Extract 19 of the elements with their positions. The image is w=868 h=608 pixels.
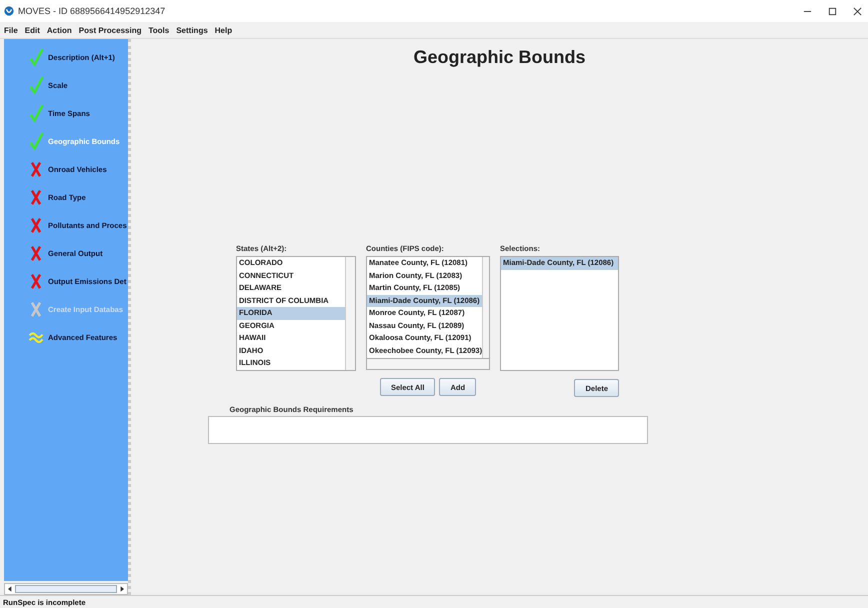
window-title: MOVES - ID 6889566414952912347 <box>18 6 166 16</box>
close-icon[interactable] <box>853 6 862 16</box>
menu-item[interactable]: Post Processing <box>78 26 142 34</box>
menu-item[interactable]: File <box>4 26 18 34</box>
menu-item[interactable]: Tools <box>148 26 170 34</box>
menu-item[interactable]: Settings <box>176 26 208 34</box>
scroll-right-icon[interactable] <box>118 585 126 593</box>
app-logo-icon <box>4 6 14 16</box>
scroll-left-icon[interactable] <box>6 585 14 593</box>
menu-item[interactable]: Action <box>46 26 72 34</box>
scrollbar[interactable] <box>366 359 490 370</box>
menu-item[interactable]: Edit <box>24 26 40 34</box>
scrollbar[interactable] <box>345 257 355 370</box>
scrollbar[interactable] <box>482 257 489 358</box>
menu-item[interactable]: Help <box>214 26 232 34</box>
page-heading: Geographic Bounds <box>413 47 586 68</box>
maximize-icon[interactable] <box>828 6 837 16</box>
scrollbar[interactable] <box>4 583 128 595</box>
counties-list[interactable] <box>366 256 490 359</box>
